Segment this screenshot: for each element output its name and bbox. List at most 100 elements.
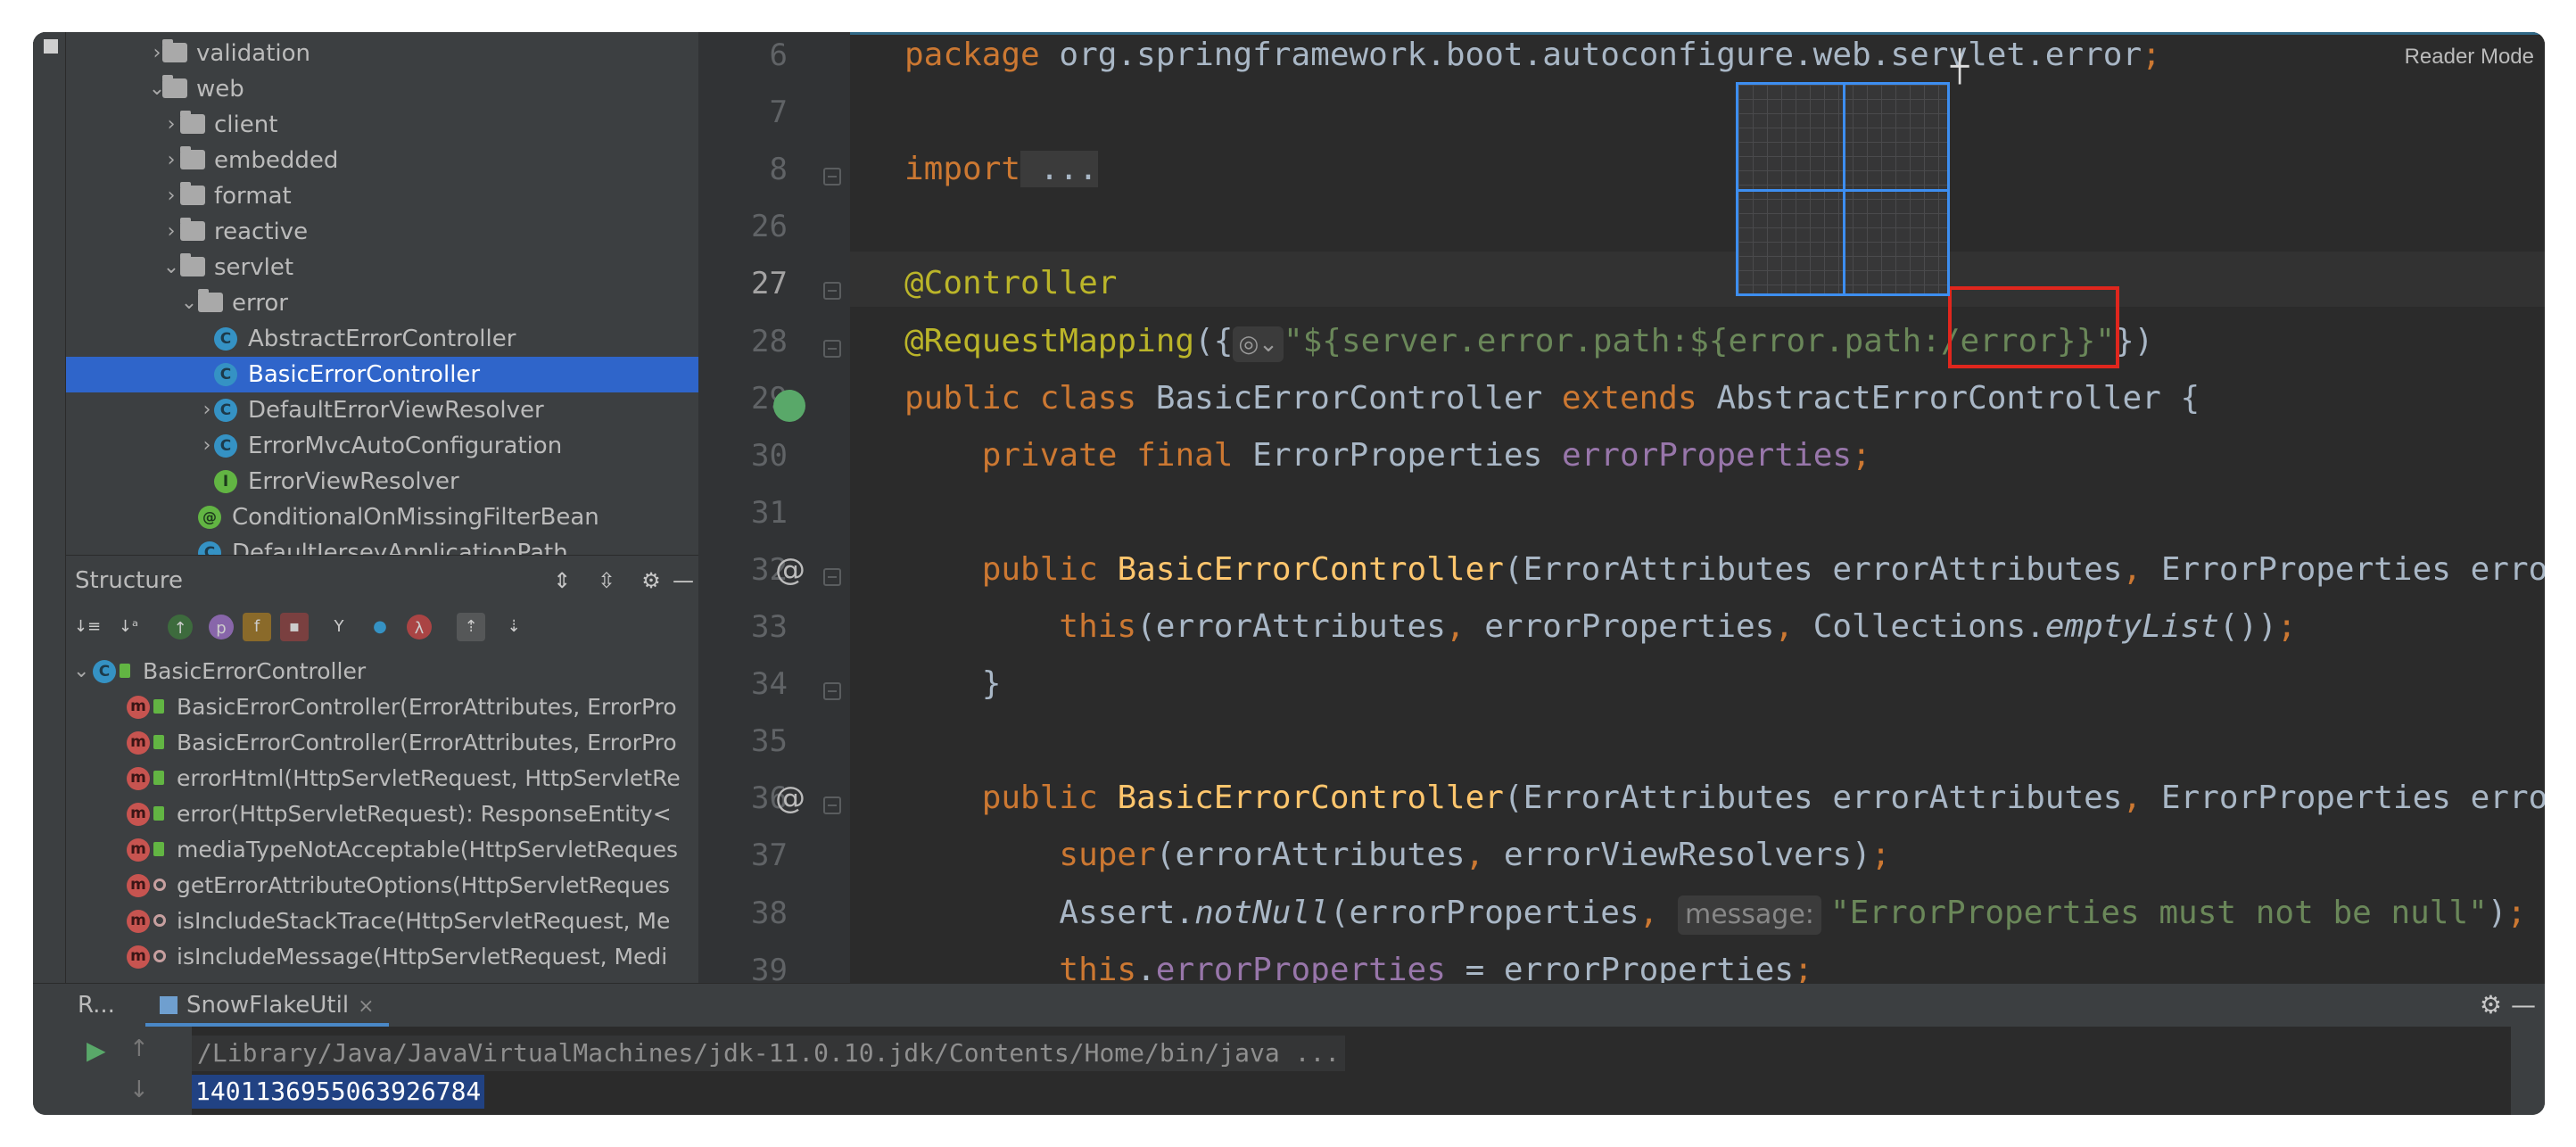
code-token: ) [2487, 894, 2507, 931]
tree-item[interactable]: › validation [66, 36, 698, 71]
public-icon [153, 699, 164, 714]
structure-root-item[interactable]: ⌄ BasicErrorController [66, 654, 698, 689]
show-properties-icon[interactable]: p [209, 615, 234, 640]
chevron-right-icon[interactable]: › [161, 107, 182, 143]
code-line[interactable]: @Controller [904, 262, 1117, 305]
tree-item[interactable]: ErrorViewResolver [66, 464, 698, 499]
sort-alphabetically-icon[interactable]: ↓ᵃ [114, 613, 143, 641]
tree-item[interactable]: › embedded [66, 143, 698, 178]
tree-item[interactable]: DefaultJerseyApplicationPath [66, 535, 698, 555]
reader-mode-button[interactable]: Reader Mode [2405, 45, 2534, 70]
class-icon [93, 660, 116, 683]
chevron-down-icon[interactable]: ⌄ [178, 285, 200, 321]
show-lambdas-icon[interactable]: Y [325, 613, 353, 641]
sort-by-visibility-icon[interactable]: ↓≡ [73, 613, 102, 641]
annotation-gutter-icon[interactable]: @ [775, 780, 805, 816]
console-output[interactable]: /Library/Java/JavaVirtualMachines/jdk-11… [192, 1027, 2511, 1115]
structure-member[interactable]: error(HttpServletRequest): ResponseEntit… [66, 796, 698, 832]
tree-item[interactable]: › client [66, 107, 698, 143]
show-non-public-icon[interactable]: ▪ [280, 613, 309, 641]
tree-item[interactable]: ⌄ servlet [66, 250, 698, 285]
autoscroll-from-source-icon[interactable]: ⇣ [500, 613, 528, 641]
structure-member[interactable]: mediaTypeNotAcceptable(HttpServletReques [66, 832, 698, 868]
tree-item[interactable]: › reactive [66, 214, 698, 250]
fold-marker-icon[interactable] [823, 339, 841, 358]
tree-item[interactable]: ›ErrorMvcAutoConfiguration [66, 428, 698, 464]
code-token: errorProperties [1561, 436, 1853, 474]
run-gear-icon[interactable]: ⚙ [2480, 991, 2502, 1019]
fold-marker-icon[interactable] [823, 682, 841, 701]
chevron-right-icon[interactable]: › [161, 178, 182, 214]
collapse-all-icon[interactable]: ⇳ [592, 566, 621, 595]
anonymous-classes-icon[interactable]: ● [366, 613, 394, 641]
annotation-gutter-icon[interactable]: @ [775, 552, 805, 588]
project-tool-icon[interactable] [44, 39, 58, 54]
tree-item[interactable]: ⌄ error [66, 285, 698, 321]
run-tab-label: SnowFlakeUtil [186, 992, 350, 1019]
run-minimize-icon[interactable]: — [2511, 991, 2536, 1019]
expand-all-icon[interactable]: ⇕ [548, 566, 576, 595]
code-line[interactable]: import ... [904, 148, 1098, 191]
spring-bean-icon[interactable] [773, 389, 805, 422]
line-number: 39 [751, 952, 788, 983]
code-line[interactable]: super(errorAttributes, errorViewResolver… [904, 834, 1890, 877]
tree-item-label: BasicErrorController [248, 361, 481, 388]
structure-member[interactable]: BasicErrorController(ErrorAttributes, Er… [66, 689, 698, 725]
structure-member[interactable]: isIncludeMessage(HttpServletRequest, Med… [66, 939, 698, 975]
chevron-right-icon[interactable]: › [161, 214, 182, 250]
editor-gutter: 6 7 8 26 27 28 29 30 31 32 33 34 35 36 37 38 39 @ @ [698, 32, 850, 983]
line-number: 35 [751, 723, 788, 760]
chevron-down-icon[interactable]: ⌄ [73, 654, 89, 689]
fold-marker-icon[interactable] [823, 168, 841, 186]
structure-member[interactable]: getErrorAttributeOptions(HttpServletRequ… [66, 868, 698, 904]
tree-item[interactable]: › format [66, 178, 698, 214]
chevron-down-icon[interactable]: ⌄ [161, 250, 182, 285]
tree-item[interactable]: BasicErrorController [66, 357, 698, 392]
tree-item-label: DefaultJerseyApplicationPath [232, 540, 568, 555]
arrow-down-icon[interactable]: ↓ [129, 1077, 149, 1103]
arrow-up-icon[interactable]: ↑ [129, 1036, 149, 1062]
url-globe-chip[interactable]: ◎⌄ [1233, 326, 1284, 362]
chevron-right-icon[interactable]: › [161, 143, 182, 178]
close-icon[interactable]: × [358, 995, 374, 1018]
interface-icon [214, 470, 237, 493]
code-line[interactable]: } [904, 663, 1002, 706]
fold-marker-icon[interactable] [823, 567, 841, 586]
code-line[interactable]: private final ErrorProperties errorPrope… [904, 434, 1871, 477]
tree-item[interactable]: ⌄ web [66, 71, 698, 107]
run-config-icon [160, 996, 178, 1014]
code-editor[interactable]: 6 7 8 26 27 28 29 30 31 32 33 34 35 36 37 38 39 @ @ packag… [698, 32, 2545, 983]
structure-panel: Structure ⇕ ⇳ ⚙ — ↓≡ ↓ᵃ ↑ p f ▪ Y ● λ ⇡ … [66, 555, 698, 984]
code-line[interactable]: Assert.notNull(errorProperties, message:… [904, 892, 2526, 935]
gear-icon[interactable]: ⚙ [637, 566, 665, 595]
tree-item[interactable]: AbstractErrorController [66, 321, 698, 357]
autoscroll-to-source-icon[interactable]: ⇡ [457, 613, 485, 641]
fold-marker-icon[interactable] [823, 282, 841, 301]
tree-item[interactable]: ›DefaultErrorViewResolver [66, 392, 698, 428]
structure-member[interactable]: BasicErrorController(ErrorAttributes, Er… [66, 725, 698, 761]
show-fields-icon[interactable]: f [243, 613, 271, 641]
run-tab-snowflakeutil[interactable]: SnowFlakeUtil × [145, 984, 389, 1027]
show-inherited-icon[interactable]: ↑ [168, 615, 193, 640]
project-tree[interactable]: › validation ⌄ web › client › embedded › format › r… [66, 32, 698, 555]
fold-marker-icon[interactable] [823, 796, 841, 815]
run-tool-label[interactable]: R... [78, 984, 115, 1027]
code-line[interactable]: package org.springframework.boot.autocon… [904, 34, 2161, 77]
lambda-icon[interactable]: λ [407, 615, 432, 640]
class-icon [198, 541, 221, 555]
code-line[interactable]: public class BasicErrorController extend… [904, 377, 2200, 420]
minimize-icon[interactable]: — [669, 566, 698, 595]
code-token: (ErrorAttributes errorAttributes [1503, 550, 2123, 588]
tree-item[interactable]: ConditionalOnMissingFilterBean [66, 499, 698, 535]
folded-imports[interactable]: ... [1020, 151, 1098, 188]
code-line[interactable]: this.errorProperties = errorProperties; [904, 949, 1812, 983]
code-line[interactable]: this(errorAttributes, errorProperties, C… [904, 606, 2296, 648]
method-icon [127, 696, 150, 719]
line-number: 27 [751, 266, 788, 302]
structure-member[interactable]: isIncludeStackTrace(HttpServletRequest, … [66, 904, 698, 939]
rerun-play-icon[interactable]: ▶ [87, 1036, 106, 1065]
code-line[interactable]: public BasicErrorController(ErrorAttribu… [904, 549, 2545, 591]
tree-item-label: embedded [214, 147, 339, 174]
code-line[interactable]: public BasicErrorController(ErrorAttribu… [904, 777, 2545, 820]
structure-member[interactable]: errorHtml(HttpServletRequest, HttpServle… [66, 761, 698, 796]
